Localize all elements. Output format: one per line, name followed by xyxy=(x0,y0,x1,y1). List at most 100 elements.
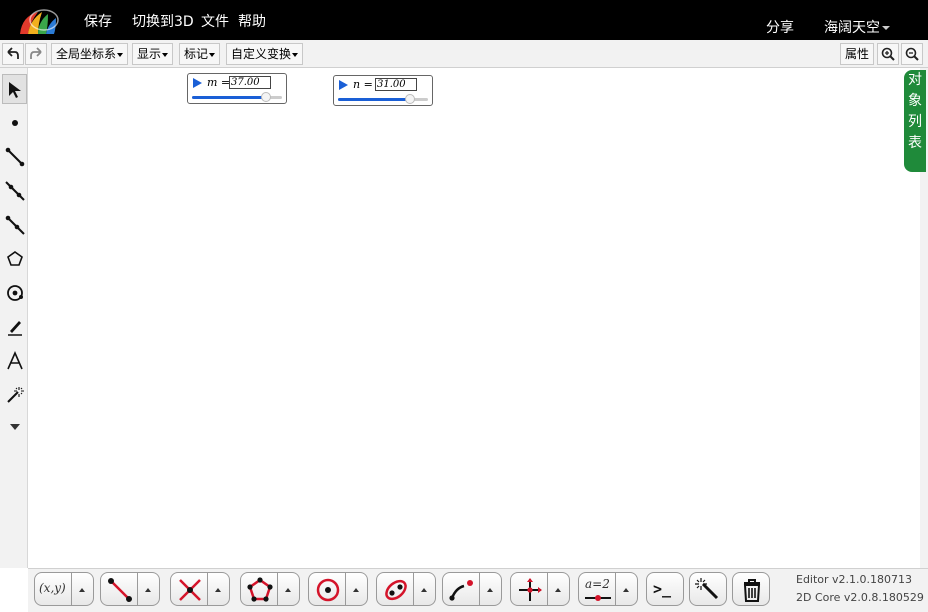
curve-more-button[interactable] xyxy=(480,572,502,606)
measure-label: a=2 xyxy=(585,577,610,591)
object-list-tab[interactable]: 对 象 列 表 xyxy=(904,70,926,172)
redo-button[interactable] xyxy=(25,43,47,65)
polygon-icon xyxy=(7,251,23,266)
measure-button[interactable]: a=2 xyxy=(578,572,616,606)
circle-icon xyxy=(7,285,23,301)
chevron-down-icon xyxy=(292,52,299,57)
slider-m[interactable]: m = 37.00 xyxy=(187,73,287,104)
circle-more-button[interactable] xyxy=(346,572,368,606)
bottom-toolbar: (x,y) a=2 >_ Editor v2.1.0.180713 2D Cor… xyxy=(28,568,928,612)
slider-track[interactable] xyxy=(192,92,282,102)
ellipse-icon xyxy=(385,579,407,601)
slider-thumb[interactable] xyxy=(405,94,415,104)
slider-fill xyxy=(338,98,410,101)
menu-switch-3d[interactable]: 切换到3D xyxy=(132,11,194,31)
point-tool[interactable] xyxy=(2,108,27,138)
coordinate-button[interactable]: (x,y) xyxy=(34,572,72,606)
zoom-in-icon xyxy=(881,47,895,61)
undo-icon xyxy=(7,47,19,59)
circle-tool[interactable] xyxy=(2,278,27,308)
curve-button[interactable] xyxy=(442,572,480,606)
segment-button[interactable] xyxy=(100,572,138,606)
segment-icon xyxy=(108,578,132,602)
play-icon[interactable] xyxy=(339,80,348,90)
slider-thumb[interactable] xyxy=(260,92,271,102)
slider-fill xyxy=(192,96,266,99)
zoom-in-button[interactable] xyxy=(877,43,899,65)
redo-icon xyxy=(30,47,42,59)
app-window: 保存 切换到3D 文件 帮助 分享 海阔天空 全局坐标系 显示 标记 自定义变换… xyxy=(0,0,928,612)
chevron-down-icon xyxy=(882,26,890,30)
ellipse-more-button[interactable] xyxy=(414,572,436,606)
mark-label: 标记 xyxy=(184,47,209,61)
user-name: 海阔天空 xyxy=(824,20,880,36)
intersection-button[interactable] xyxy=(170,572,208,606)
circle-button[interactable] xyxy=(308,572,346,606)
chevron-down-icon xyxy=(209,52,216,57)
slider-value-input[interactable]: 37.00 xyxy=(229,76,271,89)
slider-track[interactable] xyxy=(338,94,428,104)
drawing-canvas[interactable]: m = 37.00 n = 31.00 xyxy=(28,68,904,568)
chevron-down-icon xyxy=(117,52,124,57)
app-logo-icon[interactable] xyxy=(16,6,60,36)
display-dropdown[interactable]: 显示 xyxy=(132,43,174,65)
slider-value-input[interactable]: 31.00 xyxy=(375,78,417,91)
play-icon[interactable] xyxy=(193,78,202,88)
polygon-tool[interactable] xyxy=(2,244,27,274)
polygon-more-button[interactable] xyxy=(278,572,300,606)
coordinate-more-button[interactable] xyxy=(72,572,94,606)
zoom-out-button[interactable] xyxy=(901,43,923,65)
menu-save[interactable]: 保存 xyxy=(84,11,112,31)
editor-version: Editor v2.1.0.180713 xyxy=(796,573,913,586)
text-tool[interactable] xyxy=(2,346,27,376)
ray-icon xyxy=(5,215,25,235)
segment-icon xyxy=(5,147,25,167)
coordinate-system-dropdown[interactable]: 全局坐标系 xyxy=(51,43,129,65)
more-down-icon xyxy=(10,424,20,430)
pen-tool[interactable] xyxy=(2,312,27,342)
custom-transform-dropdown[interactable]: 自定义变换 xyxy=(226,43,304,65)
mark-dropdown[interactable]: 标记 xyxy=(179,43,221,65)
delete-button[interactable] xyxy=(732,572,770,606)
polygon-button[interactable] xyxy=(240,572,278,606)
ellipse-button[interactable] xyxy=(376,572,414,606)
coordinate-system-label: 全局坐标系 xyxy=(56,47,117,61)
text-icon xyxy=(7,351,23,370)
point-icon xyxy=(12,120,18,126)
slider-var-label: m = xyxy=(207,76,231,89)
select-tool[interactable] xyxy=(2,74,27,104)
magic-wand-button[interactable] xyxy=(689,572,727,606)
menu-file[interactable]: 文件 xyxy=(201,11,229,31)
line-tool[interactable] xyxy=(2,176,27,206)
intersection-icon xyxy=(179,579,201,601)
segment-more-button[interactable] xyxy=(138,572,160,606)
user-menu[interactable]: 海阔天空 xyxy=(824,17,890,37)
object-list-char: 列 xyxy=(908,114,922,130)
slider-var-label: n = xyxy=(353,78,373,91)
axis-button[interactable] xyxy=(510,572,548,606)
circle-icon xyxy=(316,578,340,602)
magic-wand-icon xyxy=(695,578,719,600)
line-icon xyxy=(5,181,25,201)
slider-n[interactable]: n = 31.00 xyxy=(333,75,433,106)
axis-icon xyxy=(519,578,542,601)
console-button[interactable]: >_ xyxy=(646,572,684,606)
menu-help[interactable]: 帮助 xyxy=(238,11,266,31)
segment-tool[interactable] xyxy=(2,142,27,172)
curve-point-icon xyxy=(449,580,473,601)
axis-more-button[interactable] xyxy=(548,572,570,606)
console-label: >_ xyxy=(653,580,672,598)
measure-slider-icon xyxy=(585,595,611,601)
share-link[interactable]: 分享 xyxy=(766,17,794,37)
properties-button[interactable]: 属性 xyxy=(840,43,875,65)
trash-icon xyxy=(743,579,761,602)
measure-more-button[interactable] xyxy=(616,572,638,606)
magic-wand-tool[interactable] xyxy=(2,380,27,410)
ray-tool[interactable] xyxy=(2,210,27,240)
zoom-out-icon xyxy=(905,47,919,61)
more-tools-button[interactable] xyxy=(2,412,27,442)
object-list-char: 表 xyxy=(908,135,922,151)
undo-button[interactable] xyxy=(2,43,24,65)
top-bar: 保存 切换到3D 文件 帮助 分享 海阔天空 xyxy=(0,0,928,40)
intersection-more-button[interactable] xyxy=(208,572,230,606)
